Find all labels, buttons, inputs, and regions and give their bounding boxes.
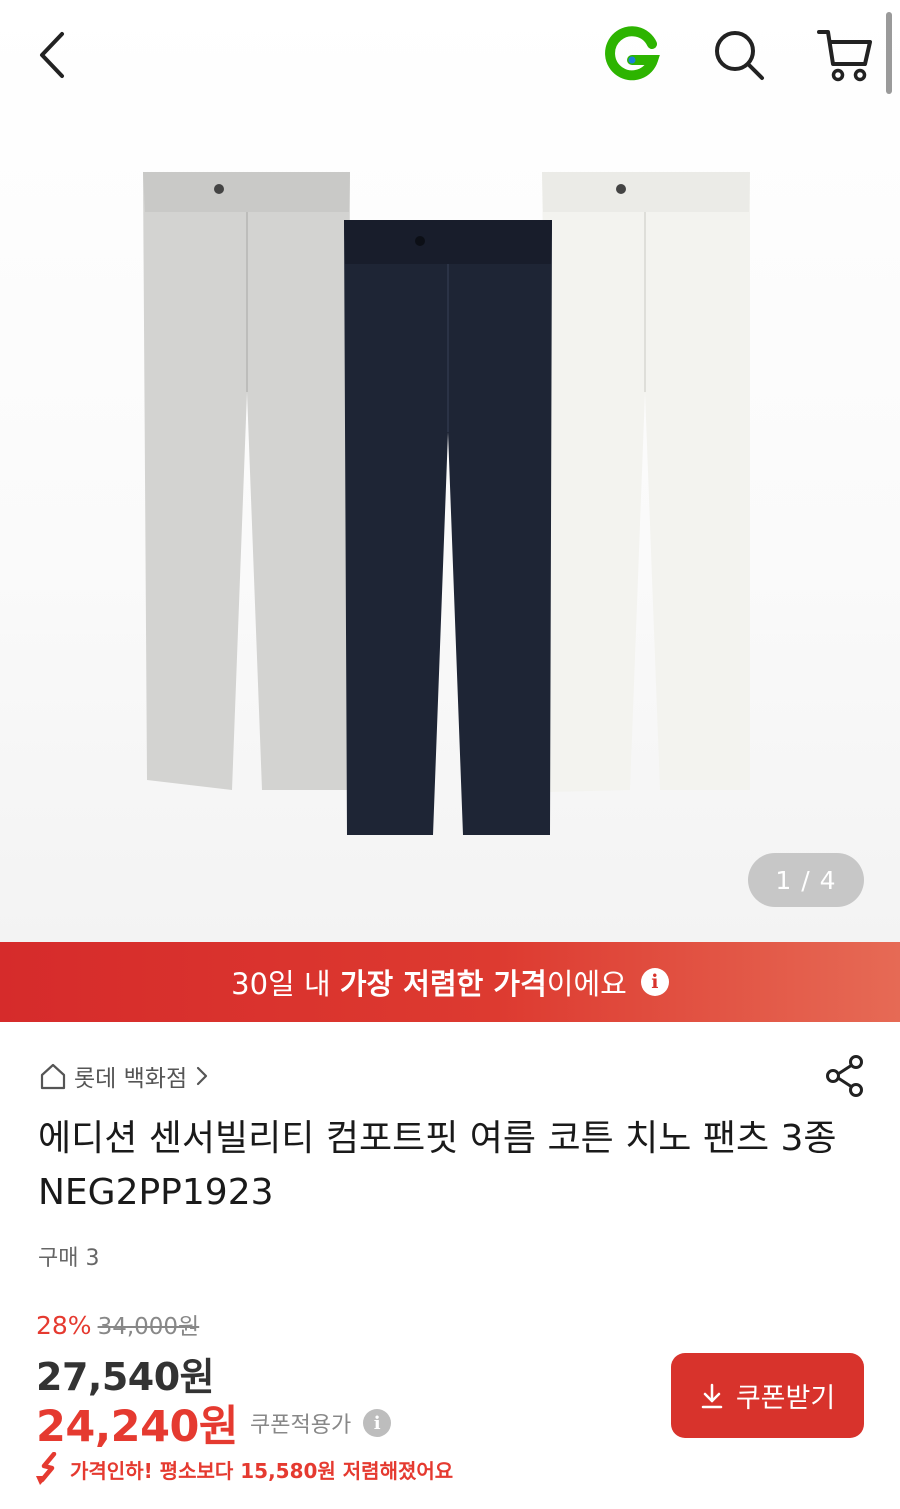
discount-row: 28% 34,000원 (36, 1307, 199, 1341)
top-navigation-bar (0, 0, 900, 110)
banner-prefix: 30일 내 (231, 967, 340, 1001)
chevron-right-icon (197, 1066, 208, 1086)
banner-suffix: 이에요 (546, 967, 627, 1001)
purchase-count: 구매 3 (38, 1246, 100, 1271)
store-link[interactable]: 롯데 백화점 (38, 1058, 209, 1094)
product-image-gallery[interactable]: 1 / 4 (0, 0, 900, 942)
home-icon (40, 1063, 66, 1090)
image-page-indicator: 1 / 4 (748, 853, 864, 907)
get-coupon-button[interactable]: 쿠폰받기 (671, 1353, 864, 1438)
download-icon (701, 1383, 723, 1408)
search-icon (715, 31, 764, 80)
store-name: 롯데 백화점 (74, 1066, 188, 1092)
back-button[interactable] (30, 28, 80, 82)
cart-icon (817, 30, 872, 82)
price-drop-text: 가격인하! 평소보다 15,580원 저렴해졌어요 (70, 1458, 454, 1483)
discount-rate: 28% (36, 1311, 92, 1340)
price-down-arrow-icon (36, 1452, 57, 1485)
chevron-left-icon (40, 32, 64, 78)
banner-emphasis: 가장 저렴한 가격 (339, 967, 547, 1001)
product-image (143, 172, 750, 835)
get-coupon-label: 쿠폰받기 (735, 1383, 836, 1414)
share-icon (826, 1055, 863, 1097)
coupon-info-icon[interactable]: i (363, 1409, 392, 1437)
product-title: 에디션 센서빌리티 컴포트핏 여름 코튼 치노 팬츠 3종 NEG2PP1923 (38, 1118, 837, 1213)
search-button[interactable] (710, 26, 768, 84)
price-drop-notice: 가격인하! 평소보다 15,580원 저렴해졌어요 (34, 1452, 453, 1486)
coupon-price: 24,240원 (36, 1402, 239, 1452)
cart-button[interactable] (815, 26, 875, 84)
info-icon[interactable]: i (640, 968, 669, 996)
lowest-price-banner[interactable]: 30일 내 가장 저렴한 가격 이에요 i (0, 942, 900, 1022)
g-logo-icon (605, 26, 660, 81)
share-button[interactable] (823, 1054, 867, 1098)
coupon-price-label: 쿠폰적용가 (250, 1413, 352, 1438)
gmarket-logo[interactable] (602, 26, 660, 84)
original-price: 34,000원 (97, 1314, 200, 1340)
scrollbar-thumb[interactable] (886, 12, 892, 94)
coupon-price-row: 24,240원 쿠폰적용가 i (36, 1392, 392, 1454)
